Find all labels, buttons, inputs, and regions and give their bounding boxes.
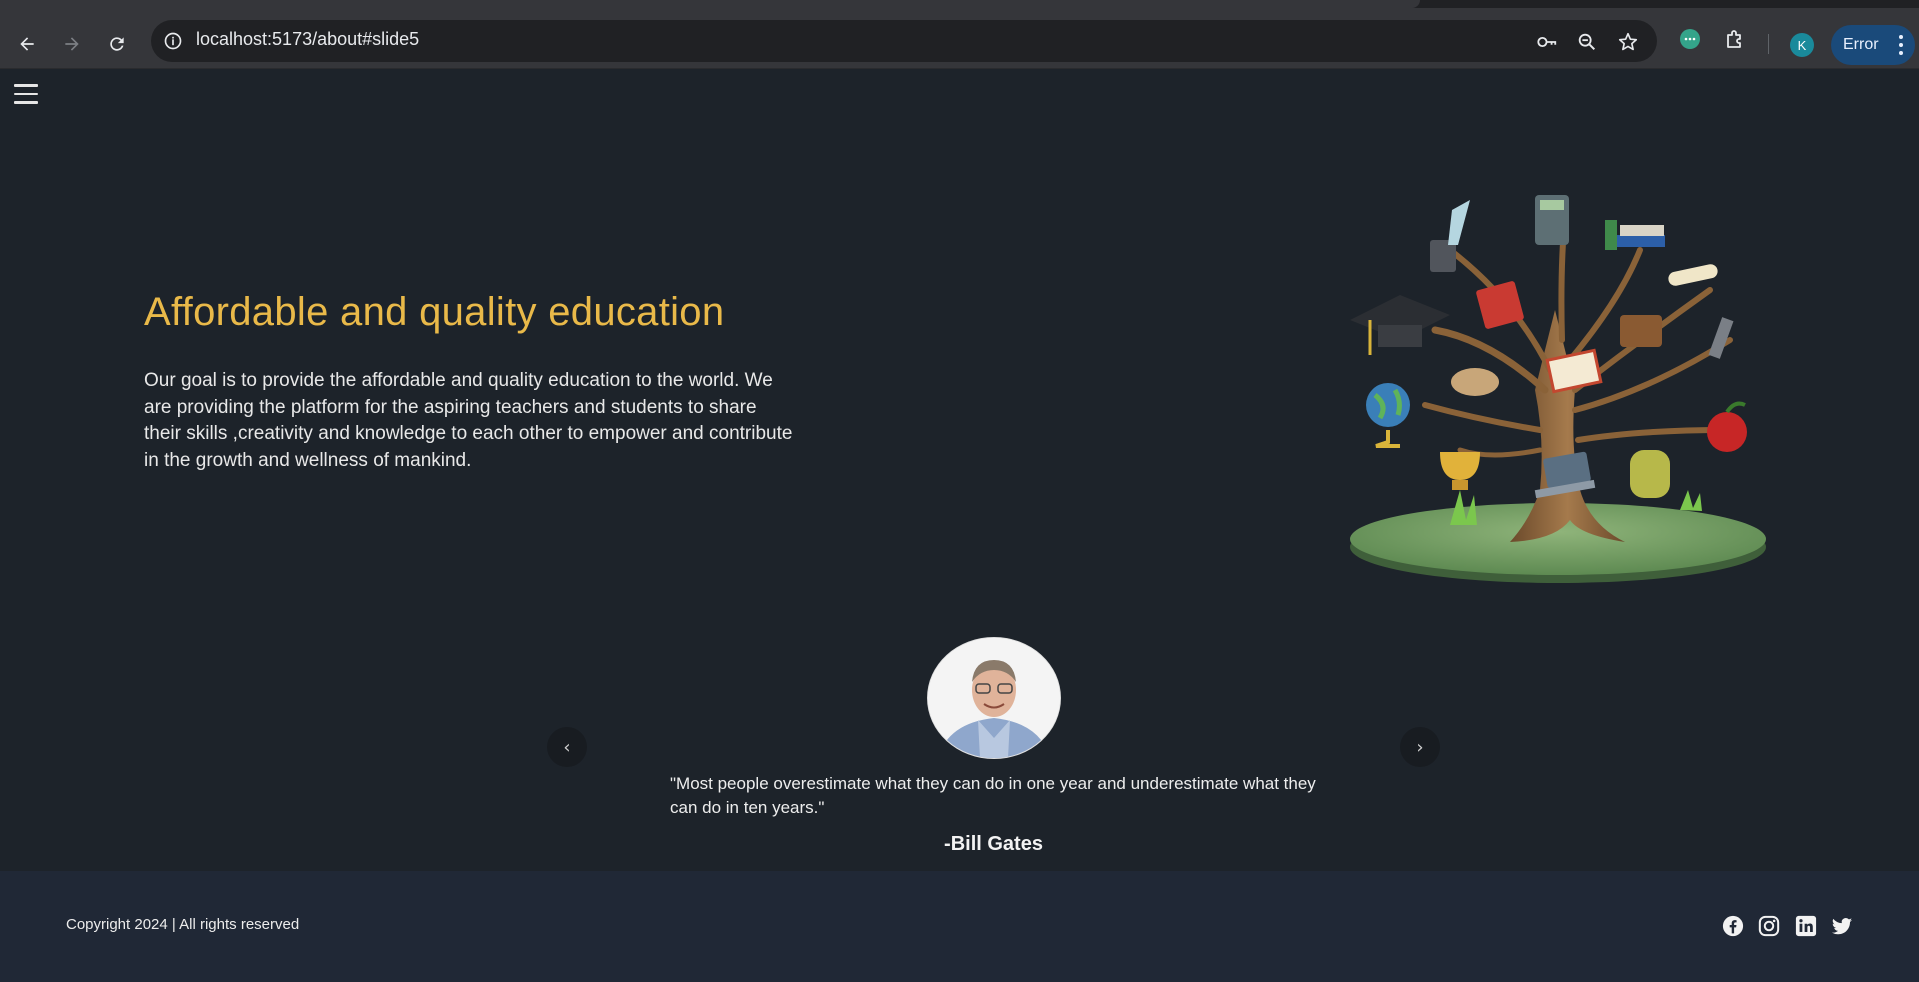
bookmark-star-icon[interactable] <box>1617 31 1639 53</box>
url-text[interactable]: localhost:5173/about#slide5 <box>196 29 419 50</box>
twitter-icon[interactable] <box>1831 915 1853 937</box>
carousel-next-button[interactable]: › <box>1400 727 1440 767</box>
address-bar[interactable]: localhost:5173/about#slide5 <box>151 20 1657 62</box>
hero-title: Affordable and quality education <box>144 290 725 334</box>
chevron-right-icon: › <box>1416 736 1424 758</box>
browser-toolbar: localhost:5173/about#slide5 K Error <box>0 8 1919 69</box>
error-label: Error <box>1843 36 1879 53</box>
more-vert-icon[interactable] <box>1899 34 1903 56</box>
author-portrait <box>927 637 1061 759</box>
profile-avatar[interactable]: K <box>1790 33 1814 57</box>
chevron-left-icon: ‹ <box>563 736 571 758</box>
zoom-icon[interactable] <box>1576 31 1598 53</box>
site-info-icon[interactable] <box>163 31 183 51</box>
extensions-puzzle-icon[interactable] <box>1723 27 1747 51</box>
extension-chat-icon[interactable] <box>1678 27 1702 51</box>
back-icon[interactable] <box>9 26 45 62</box>
education-tree-illustration <box>1350 195 1766 583</box>
active-tab[interactable] <box>0 0 1420 8</box>
testimonial-quote: "Most people overestimate what they can … <box>670 774 1316 817</box>
password-key-icon[interactable] <box>1536 31 1558 53</box>
reload-icon[interactable] <box>99 26 135 62</box>
testimonial-author: -Bill Gates <box>944 833 1043 855</box>
forward-icon[interactable] <box>54 26 90 62</box>
copyright-text: Copyright 2024 | All rights reserved <box>66 916 300 933</box>
error-button[interactable]: Error <box>1831 25 1915 65</box>
facebook-icon[interactable] <box>1722 915 1744 937</box>
footer: Copyright 2024 | All rights reserved <box>0 871 1919 982</box>
instagram-icon[interactable] <box>1758 915 1780 937</box>
tab-strip <box>0 0 1919 8</box>
hero-body: Our goal is to provide the affordable an… <box>144 370 793 472</box>
carousel-prev-button[interactable]: ‹ <box>547 727 587 767</box>
linkedin-icon[interactable] <box>1795 915 1817 937</box>
hamburger-menu-icon[interactable] <box>14 84 38 104</box>
toolbar-divider <box>1768 34 1769 54</box>
